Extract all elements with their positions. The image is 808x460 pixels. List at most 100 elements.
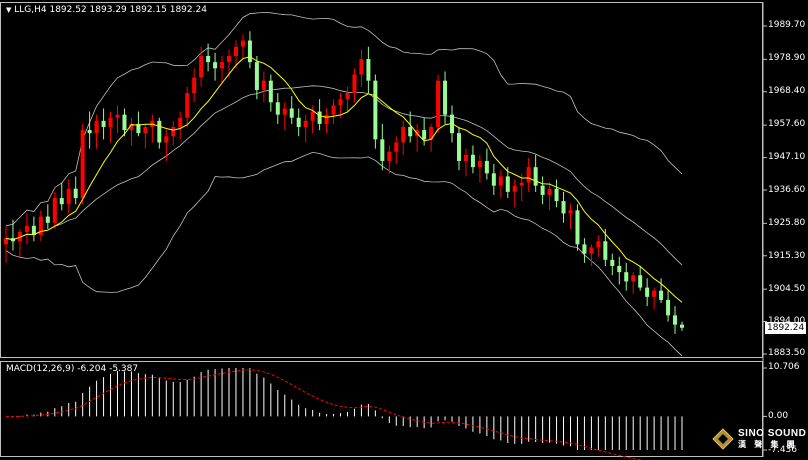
candle-body: [624, 272, 629, 282]
candle-body: [345, 93, 350, 100]
candle-body: [227, 55, 232, 63]
candle-body: [554, 188, 559, 202]
candle-body: [366, 59, 371, 81]
candle-body: [631, 275, 636, 282]
candle-body: [157, 120, 162, 143]
candle-body: [45, 216, 50, 223]
bollinger-bands: [5, 11, 683, 357]
candle-body: [220, 62, 225, 69]
candle-body: [519, 182, 524, 186]
candle-body: [575, 210, 580, 245]
candle-body: [303, 120, 308, 127]
price-tick-label: 1947.10: [768, 152, 806, 162]
candle-body: [171, 126, 176, 137]
candle-body: [456, 133, 461, 161]
macd-histogram: [12, 368, 683, 450]
candle-body: [275, 102, 280, 115]
candle-body: [596, 241, 601, 248]
candle-body: [178, 117, 183, 127]
candle-body: [638, 275, 643, 288]
candle-body: [645, 287, 650, 297]
candle-body: [143, 126, 148, 134]
candle-body: [561, 201, 566, 214]
candle-body: [199, 55, 204, 78]
logo-english-text: SINO SOUND: [738, 428, 807, 439]
candle-body: [422, 130, 427, 140]
candle-body: [484, 160, 489, 174]
macd-tick-label: 10.706: [768, 362, 800, 372]
candle-body: [122, 114, 127, 131]
bollinger-upper-line: [5, 11, 683, 227]
candle-body: [512, 185, 517, 192]
candle-body: [436, 80, 441, 127]
candle-body: [331, 105, 336, 115]
candle-body: [470, 154, 475, 168]
sino-sound-logo: SINO SOUND 漢 聲 集 團: [712, 428, 806, 450]
candle-body: [317, 111, 322, 124]
candle-body: [52, 198, 57, 223]
candle-body: [673, 315, 678, 325]
candle-body: [394, 142, 399, 152]
candle-body: [373, 80, 378, 140]
candle-body: [4, 238, 8, 245]
candle-body: [477, 160, 482, 168]
candle-body: [240, 40, 245, 47]
current-price-tag: 1892.24: [765, 322, 807, 334]
price-tick-label: 1904.50: [768, 284, 806, 294]
price-tick-label: 1936.60: [768, 185, 806, 195]
logo-chinese-text: 漢 聲 集 團: [738, 440, 798, 449]
ma-line: [5, 56, 683, 303]
candle-body: [582, 244, 587, 254]
candle-body: [213, 62, 218, 69]
candle-body: [401, 126, 406, 143]
candle-body: [359, 59, 364, 75]
price-tick-label: 1957.60: [768, 119, 806, 129]
moving-average: [5, 56, 683, 303]
macd-signal-line: [5, 369, 644, 460]
candle-body: [87, 130, 92, 134]
candle-body: [505, 176, 510, 192]
candle-body: [73, 188, 78, 199]
candle-body: [680, 324, 684, 328]
candle-body: [59, 198, 64, 205]
candle-body: [380, 139, 385, 161]
price-tick-label: 1978.90: [768, 53, 806, 63]
candle-body: [310, 111, 315, 121]
candle-body: [94, 120, 99, 134]
dropdown-triangle-icon[interactable]: ▼: [6, 6, 11, 14]
signal-line: [5, 369, 644, 460]
price-panel-frame: [0, 2, 763, 358]
candle-body: [296, 117, 301, 127]
candle-body: [652, 290, 657, 297]
macd-tick-label: 0.00: [768, 411, 789, 421]
candle-body: [206, 55, 211, 63]
candle-body: [387, 151, 392, 161]
candle-body: [408, 126, 413, 137]
price-tick-label: 1883.50: [768, 348, 806, 358]
candle-body: [80, 130, 85, 199]
candlesticks: [4, 31, 684, 334]
candle-body: [192, 77, 197, 94]
candle-body: [666, 299, 671, 316]
candle-body: [247, 40, 252, 63]
chart-canvas: [0, 2, 767, 460]
price-tick-label: 1915.30: [768, 251, 806, 261]
candle-body: [498, 176, 503, 186]
price-tick-label: 1989.70: [768, 20, 806, 30]
candle-body: [66, 188, 71, 205]
candle-body: [352, 74, 357, 94]
candle-body: [268, 80, 273, 103]
candle-body: [589, 247, 594, 254]
symbol-header: ▼ LLG,H4 1892.52 1893.29 1892.15 1892.24: [6, 6, 207, 15]
candle-body: [610, 259, 615, 266]
candle-body: [115, 114, 120, 118]
candle-body: [24, 225, 29, 233]
candle-body: [568, 210, 573, 214]
price-tick-label: 1925.80: [768, 218, 806, 228]
candle-body: [289, 108, 294, 118]
bollinger-middle-line: [5, 85, 683, 266]
macd-header: MACD(12,26,9) -6.204 -5.387: [6, 364, 139, 374]
symbol-ohlc-text: LLG,H4 1892.52 1893.29 1892.15 1892.24: [14, 5, 207, 15]
candle-body: [108, 117, 113, 127]
candle-body: [338, 99, 343, 106]
